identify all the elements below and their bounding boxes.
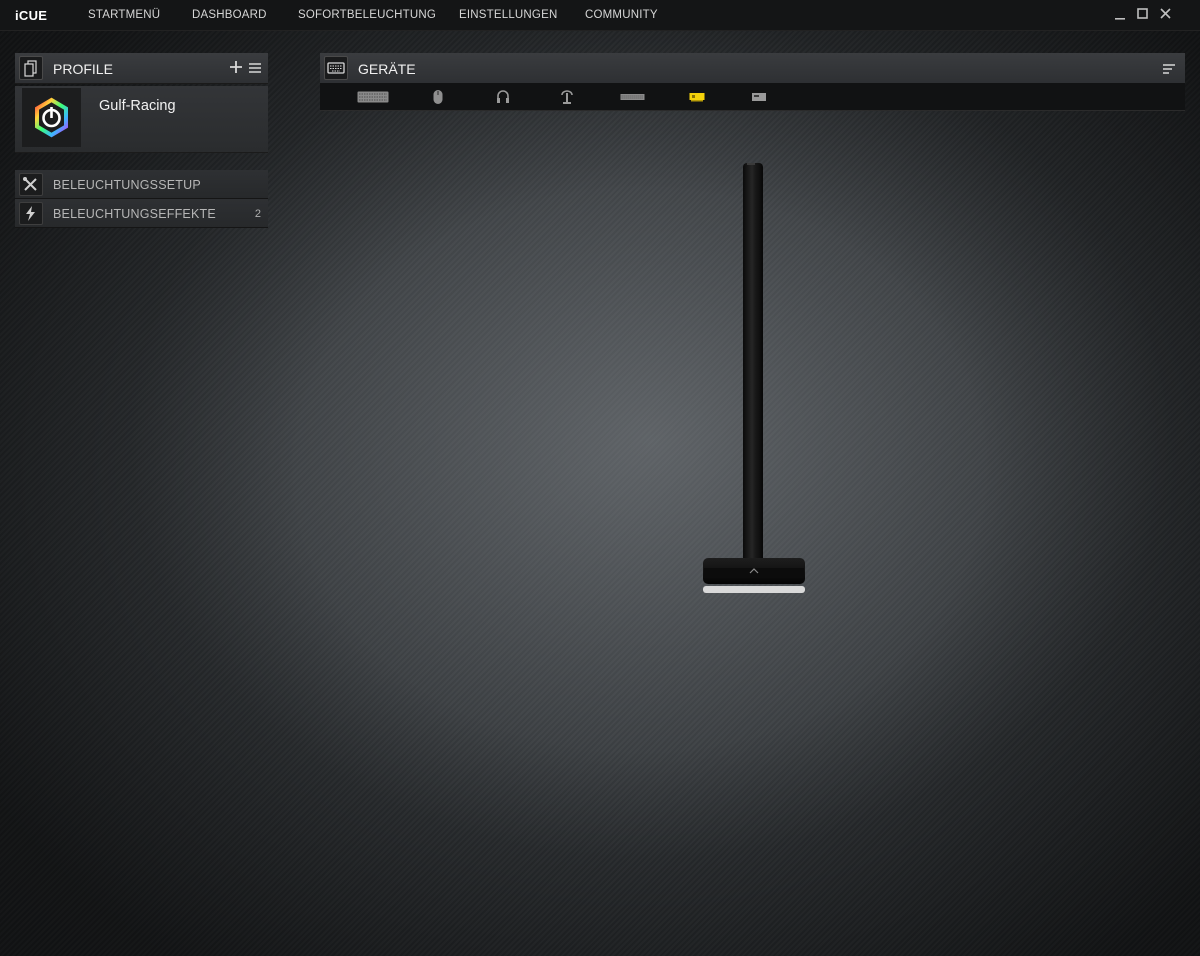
- keyboard-icon[interactable]: [357, 89, 389, 105]
- hamburger-menu-icon[interactable]: [248, 61, 262, 73]
- menu-lighting-effects[interactable]: BELEUCHTUNGSEFFEKTE 2: [15, 199, 268, 228]
- icue-logo-icon: [22, 88, 81, 147]
- headset-icon[interactable]: [496, 89, 510, 105]
- keyboard-slim-icon[interactable]: [620, 89, 645, 105]
- profiles-header: PROFILE: [15, 53, 268, 84]
- menu-label: BELEUCHTUNGSEFFEKTE: [53, 207, 216, 221]
- headset-stand-image[interactable]: [700, 160, 808, 600]
- nav-startmenu[interactable]: STARTMENÜ: [88, 9, 160, 21]
- keyboard-icon: [324, 56, 348, 80]
- device-tabs: [320, 83, 1185, 111]
- devices-title: GERÄTE: [358, 61, 416, 77]
- minimize-icon[interactable]: [1113, 6, 1127, 22]
- nav-instant-lighting[interactable]: SOFORTBELEUCHTUNG: [298, 9, 436, 21]
- nav-settings[interactable]: EINSTELLUNGEN: [459, 9, 557, 21]
- profile-name: Gulf-Racing: [99, 98, 176, 114]
- profiles-title: PROFILE: [53, 61, 113, 77]
- effect-count-badge: 2: [254, 208, 261, 220]
- maximize-icon[interactable]: [1136, 6, 1150, 22]
- plus-icon[interactable]: [229, 60, 243, 74]
- top-bar: iCUE STARTMENÜ DASHBOARD SOFORTBELEUCHTU…: [0, 0, 1200, 31]
- memory-module-icon[interactable]: [689, 89, 705, 105]
- sort-lines-icon[interactable]: [1162, 62, 1176, 74]
- devices-header: GERÄTE: [320, 53, 1185, 84]
- tools-icon: [19, 173, 43, 196]
- nav-community[interactable]: COMMUNITY: [585, 9, 658, 21]
- menu-lighting-setup[interactable]: BELEUCHTUNGSSETUP: [15, 170, 268, 199]
- profiles-icon: [19, 56, 43, 80]
- menu-label: BELEUCHTUNGSSETUP: [53, 178, 201, 192]
- headset-stand-icon[interactable]: [560, 89, 574, 105]
- controller-box-icon[interactable]: [751, 89, 767, 105]
- close-icon[interactable]: [1159, 6, 1173, 22]
- nav-dashboard[interactable]: DASHBOARD: [192, 9, 267, 21]
- app-logo: iCUE: [15, 8, 48, 23]
- lightning-icon: [19, 202, 43, 225]
- profile-card-active[interactable]: Gulf-Racing: [15, 86, 268, 153]
- mouse-icon[interactable]: [432, 89, 444, 105]
